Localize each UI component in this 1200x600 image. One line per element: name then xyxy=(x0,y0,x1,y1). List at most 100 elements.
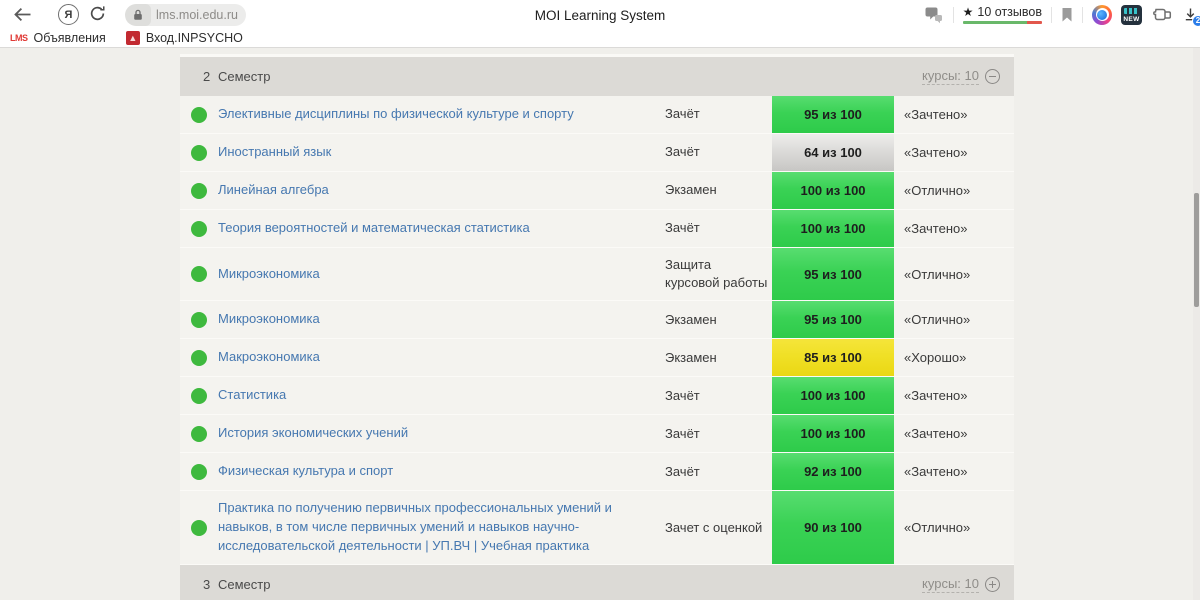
score-badge: 100 из 100 xyxy=(772,172,894,209)
score-badge: 90 из 100 xyxy=(772,491,894,564)
toolbar-right-cluster: ★ 10 отзывов NEW 2 xyxy=(923,0,1200,29)
collapse-icon[interactable] xyxy=(985,69,1000,84)
course-link[interactable]: Макроэкономика xyxy=(218,348,320,367)
status-cell xyxy=(180,96,218,133)
refresh-button[interactable] xyxy=(89,5,107,23)
grade-cell: «Отлично» xyxy=(904,312,971,328)
bookmark-item-announcements[interactable]: LMS Объявления xyxy=(10,31,106,45)
grade-cell: «Отлично» xyxy=(904,520,971,536)
assessment-type-cell: Зачет с оценкой xyxy=(665,519,763,535)
course-row: Микроэкономика Экзамен 95 из 100 «Отличн… xyxy=(180,301,1014,340)
lms-favicon: LMS xyxy=(10,33,28,43)
expand-icon[interactable] xyxy=(985,576,1000,592)
grade-cell: «Отлично» xyxy=(904,266,971,282)
course-row: История экономических учений Зачёт 100 и… xyxy=(180,415,1014,454)
status-cell xyxy=(180,491,218,564)
score-badge: 95 из 100 xyxy=(772,301,894,339)
courses-count-link[interactable]: курсы: 10 xyxy=(922,576,979,593)
score-badge: 92 из 100 xyxy=(772,453,894,491)
semester-title: Семестр xyxy=(218,576,271,592)
course-name-cell: Микроэкономика xyxy=(218,248,665,300)
semester-2-header: 2 Семестр курсы: 10 xyxy=(180,57,1014,96)
address-bar[interactable]: lms.moi.edu.ru xyxy=(125,4,246,26)
course-rows: Элективные дисциплины по физической куль… xyxy=(180,96,1014,565)
courses-count-link[interactable]: курсы: 10 xyxy=(922,68,979,85)
extensions-puzzle-icon[interactable] xyxy=(1151,6,1173,23)
status-cell xyxy=(180,210,218,247)
extension-browser-icon[interactable] xyxy=(1092,4,1112,25)
grade-cell: «Хорошо» xyxy=(904,350,967,366)
completed-dot-icon xyxy=(191,425,207,442)
course-row: Линейная алгебра Экзамен 100 из 100 «Отл… xyxy=(180,172,1014,210)
status-cell xyxy=(180,339,218,376)
grade-cell: «Зачтено» xyxy=(904,388,968,404)
course-link[interactable]: Статистика xyxy=(218,386,286,405)
completed-dot-icon xyxy=(191,182,207,199)
divider xyxy=(1051,6,1052,23)
divider xyxy=(952,6,954,23)
course-link[interactable]: Элективные дисциплины по физической куль… xyxy=(218,105,574,124)
completed-dot-icon xyxy=(191,387,207,404)
rating-label: 10 отзывов xyxy=(977,5,1042,19)
course-row: Статистика Зачёт 100 из 100 «Зачтено» xyxy=(180,377,1014,416)
grades-table: 2 Семестр курсы: 10 Элективные дисциплин… xyxy=(180,54,1014,600)
url-text: lms.moi.edu.ru xyxy=(156,8,238,22)
course-row: Иностранный язык Зачёт 64 из 100 «Зачтен… xyxy=(180,134,1014,172)
browser-toolbar: Я lms.moi.edu.ru MOI Learning System ★ 1… xyxy=(0,0,1200,29)
course-name-cell: Иностранный язык xyxy=(218,134,665,171)
bookmarks-bar: LMS Объявления ▲ Вход.INPSYCHO xyxy=(0,29,1200,48)
course-link[interactable]: Физическая культура и спорт xyxy=(218,462,393,481)
rating-bar xyxy=(962,21,1042,24)
status-cell xyxy=(180,248,218,300)
star-icon: ★ xyxy=(962,5,974,19)
assessment-type-cell: Зачёт xyxy=(665,425,700,441)
course-name-cell: Линейная алгебра xyxy=(218,172,665,209)
bookmark-icon[interactable] xyxy=(1061,7,1073,23)
score-badge: 100 из 100 xyxy=(772,377,894,415)
semester-title: Семестр xyxy=(218,69,271,84)
score-badge: 85 из 100 xyxy=(772,339,894,377)
semester-number: 2 xyxy=(203,69,211,84)
completed-dot-icon xyxy=(191,463,207,480)
bookmark-item-inpsycho[interactable]: ▲ Вход.INPSYCHO xyxy=(125,31,243,45)
inpsycho-favicon: ▲ xyxy=(125,31,140,45)
status-cell xyxy=(180,377,218,414)
back-arrow-icon xyxy=(14,7,31,22)
yandex-button[interactable]: Я xyxy=(58,4,79,25)
course-link[interactable]: История экономических учений xyxy=(218,424,408,443)
site-rating[interactable]: ★ 10 отзывов xyxy=(962,5,1042,24)
assessment-type-cell: Зачёт xyxy=(665,106,700,122)
status-cell xyxy=(180,415,218,452)
scrollbar-thumb[interactable] xyxy=(1194,193,1199,307)
course-link[interactable]: Практика по получению первичных професси… xyxy=(218,499,655,556)
refresh-icon xyxy=(90,6,105,21)
course-link[interactable]: Линейная алгебра xyxy=(218,181,329,200)
course-link[interactable]: Теория вероятностей и математическая ста… xyxy=(218,219,530,238)
score-badge: 100 из 100 xyxy=(772,210,894,247)
grade-cell: «Зачтено» xyxy=(904,464,968,480)
course-link[interactable]: Микроэкономика xyxy=(218,265,320,284)
assessment-type-cell: Экзамен xyxy=(665,349,717,365)
scrollbar-track[interactable] xyxy=(1193,48,1200,600)
semester-3-header: 3 Семестр курсы: 10 xyxy=(180,564,1014,600)
lock-icon[interactable] xyxy=(125,4,151,26)
course-row: Практика по получению первичных професси… xyxy=(180,491,1014,565)
score-badge: 95 из 100 xyxy=(772,96,894,133)
completed-dot-icon xyxy=(191,144,207,161)
back-button[interactable] xyxy=(13,7,33,22)
downloads-button[interactable]: 2 xyxy=(1183,7,1200,27)
completed-dot-icon xyxy=(191,266,207,283)
course-row: Макроэкономика Экзамен 85 из 100 «Хорошо… xyxy=(180,339,1014,378)
status-cell xyxy=(180,172,218,209)
course-link[interactable]: Микроэкономика xyxy=(218,310,320,329)
course-link[interactable]: Иностранный язык xyxy=(218,143,331,162)
course-name-cell: Макроэкономика xyxy=(218,339,665,376)
score-badge: 64 из 100 xyxy=(772,134,894,171)
assessment-type-cell: Зачёт xyxy=(665,387,700,403)
site-reviews-icon[interactable] xyxy=(923,6,944,24)
assessment-type-cell: Защита курсовой работы xyxy=(665,257,768,291)
extension-video-new-icon[interactable]: NEW xyxy=(1121,4,1142,25)
course-name-cell: Статистика xyxy=(218,377,665,414)
status-cell xyxy=(180,134,218,171)
course-name-cell: История экономических учений xyxy=(218,415,665,452)
